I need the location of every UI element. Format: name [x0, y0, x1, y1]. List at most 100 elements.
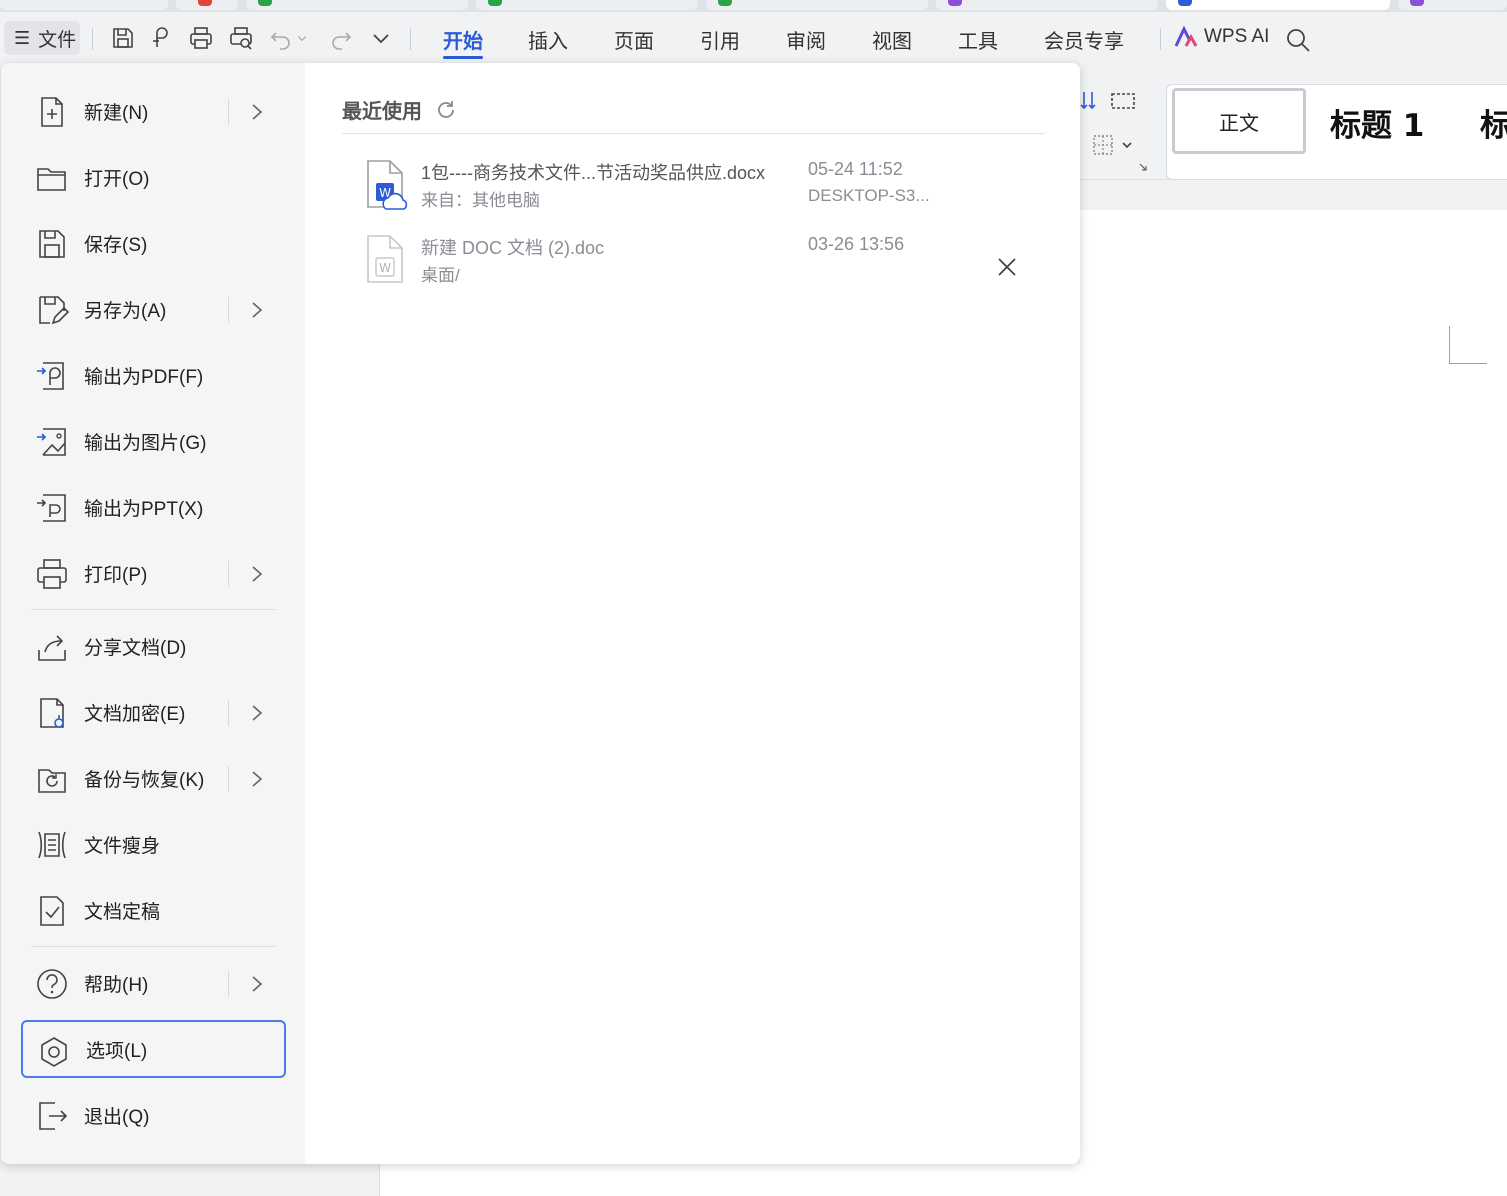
style-heading-1[interactable]: 标题 1 [1330, 100, 1424, 145]
menu-separator [31, 946, 275, 947]
document-tab[interactable] [176, 0, 238, 10]
save-quick-button[interactable] [108, 23, 138, 53]
file-menu-item-4[interactable]: 输出为PDF(F) [21, 346, 286, 404]
document-tab[interactable] [936, 0, 1158, 10]
sort-icon[interactable] [1080, 90, 1098, 112]
exit-icon [35, 1099, 69, 1133]
tab-0[interactable]: 开始 [443, 25, 483, 59]
tab-6[interactable]: 工具 [958, 25, 998, 55]
recent-file-source: 来自：其他电脑 [421, 191, 540, 210]
file-menu-item-3[interactable]: 另存为(A) [21, 280, 286, 338]
tab-7[interactable]: 会员专享 [1044, 25, 1124, 55]
style-heading-2[interactable]: 标 [1480, 100, 1507, 145]
file-menu-item-0[interactable]: 新建(N) [21, 82, 286, 140]
chevron-right-icon[interactable] [249, 973, 265, 995]
document-canvas-lower[interactable] [379, 1163, 1507, 1196]
file-menu-item-8[interactable]: 分享文档(D) [21, 617, 286, 675]
chevron-right-icon[interactable] [249, 768, 265, 790]
export-quick-button[interactable] [146, 23, 176, 53]
tab-1[interactable]: 插入 [528, 25, 568, 55]
file-menu-item-label: 分享文档(D) [84, 637, 187, 659]
file-menu-item-2[interactable]: 保存(S) [21, 214, 286, 272]
file-menu-item-label: 文档加密(E) [84, 703, 186, 725]
divider [228, 561, 229, 587]
divider [342, 133, 1045, 134]
print-quick-button[interactable] [186, 23, 216, 53]
options-gear-icon [37, 1035, 71, 1069]
finalize-icon [35, 894, 69, 928]
slides-tab-icon [948, 0, 962, 6]
wps-ai-label: WPS AI [1204, 26, 1270, 47]
tab-2[interactable]: 页面 [614, 25, 654, 55]
file-menu-item-5[interactable]: 输出为图片(G) [21, 412, 286, 470]
document-tab[interactable] [0, 0, 168, 10]
dialog-launcher-icon[interactable] [1138, 162, 1148, 172]
print-icon [190, 27, 212, 49]
recent-files-pane: 最近使用 W 1包----商务技术文件...节活动奖品供应.docx 来自：其他… [305, 63, 1080, 1164]
file-menu-item-label: 打开(O) [84, 168, 150, 190]
divider [1160, 28, 1161, 50]
divider [92, 28, 93, 50]
document-tab[interactable] [706, 0, 928, 10]
redo-icon [332, 32, 352, 50]
show-marks-icon[interactable] [1110, 90, 1136, 112]
file-menu-item-label: 备份与恢复(K) [84, 769, 205, 791]
sheet-tab-icon [258, 0, 272, 6]
file-menu-item-10[interactable]: 备份与恢复(K) [21, 749, 286, 807]
recent-file-date: 05-24 11:52 [808, 159, 903, 179]
file-menu-sidebar: 新建(N) 打开(O) 保存(S) 另存为(A) 输出为PDF(F) 输出为图片(G) 输出… [1, 63, 305, 1164]
undo-dropdown[interactable] [292, 23, 312, 53]
file-menu-button[interactable]: ☰ 文件 [4, 21, 80, 55]
print-preview-button[interactable] [226, 23, 256, 53]
file-menu-item-6[interactable]: 输出为PPT(X) [21, 478, 286, 536]
chevron-right-icon[interactable] [249, 299, 265, 321]
page-margin-marker [1449, 326, 1487, 364]
document-tab[interactable] [476, 0, 698, 10]
print-icon [35, 557, 69, 591]
chevron-down-icon[interactable] [1120, 138, 1134, 152]
divider [228, 766, 229, 792]
file-menu-item-label: 输出为图片(G) [84, 432, 207, 454]
search-icon [1287, 29, 1310, 52]
chevron-right-icon[interactable] [249, 101, 265, 123]
document-tab[interactable] [1398, 0, 1507, 10]
recent-file-row[interactable]: W 新建 DOC 文档 (2).doc 桌面/ 03-26 13:56 [342, 234, 1045, 306]
hamburger-icon: ☰ [14, 27, 31, 48]
redo-button[interactable] [326, 23, 356, 53]
style-normal[interactable]: 正文 [1172, 88, 1306, 154]
active-document-tab[interactable] [1166, 0, 1390, 10]
document-canvas[interactable] [1080, 210, 1507, 1196]
document-tab[interactable] [246, 0, 468, 10]
slim-file-icon [35, 828, 69, 862]
refresh-icon[interactable] [434, 98, 458, 122]
file-menu-item-11[interactable]: 文件瘦身 [21, 815, 286, 873]
file-menu-item-label: 新建(N) [84, 102, 149, 124]
new-document-icon [35, 95, 69, 129]
file-menu-item-14[interactable]: 选项(L) [21, 1020, 286, 1078]
chevron-right-icon[interactable] [249, 563, 265, 585]
recent-file-row[interactable]: W 1包----商务技术文件...节活动奖品供应.docx 来自：其他电脑 05… [342, 159, 1045, 231]
customize-quick-access[interactable] [366, 23, 396, 53]
file-menu-item-label: 选项(L) [86, 1040, 148, 1062]
divider [228, 297, 229, 323]
chevron-right-icon[interactable] [249, 702, 265, 724]
borders-icon[interactable] [1092, 134, 1114, 156]
export-ppt-icon [35, 491, 69, 525]
tab-4[interactable]: 审阅 [786, 25, 826, 55]
file-menu-item-1[interactable]: 打开(O) [21, 148, 286, 206]
file-menu-item-15[interactable]: 退出(Q) [21, 1086, 286, 1144]
file-menu-item-9[interactable]: 文档加密(E) [21, 683, 286, 741]
tab-3[interactable]: 引用 [700, 25, 740, 55]
wps-ai-button[interactable]: WPS AI [1174, 26, 1269, 48]
divider [228, 99, 229, 125]
tab-5[interactable]: 视图 [872, 25, 912, 55]
file-menu-item-13[interactable]: 帮助(H) [21, 954, 286, 1012]
close-icon[interactable] [996, 256, 1018, 278]
document-tab-strip [0, 0, 1507, 12]
search-button[interactable] [1284, 26, 1312, 54]
cloud-word-doc-icon: W [367, 160, 408, 210]
file-menu-item-12[interactable]: 文档定稿 [21, 881, 286, 939]
save-icon [35, 227, 69, 261]
file-menu-item-7[interactable]: 打印(P) [21, 544, 286, 602]
undo-icon [270, 32, 290, 50]
